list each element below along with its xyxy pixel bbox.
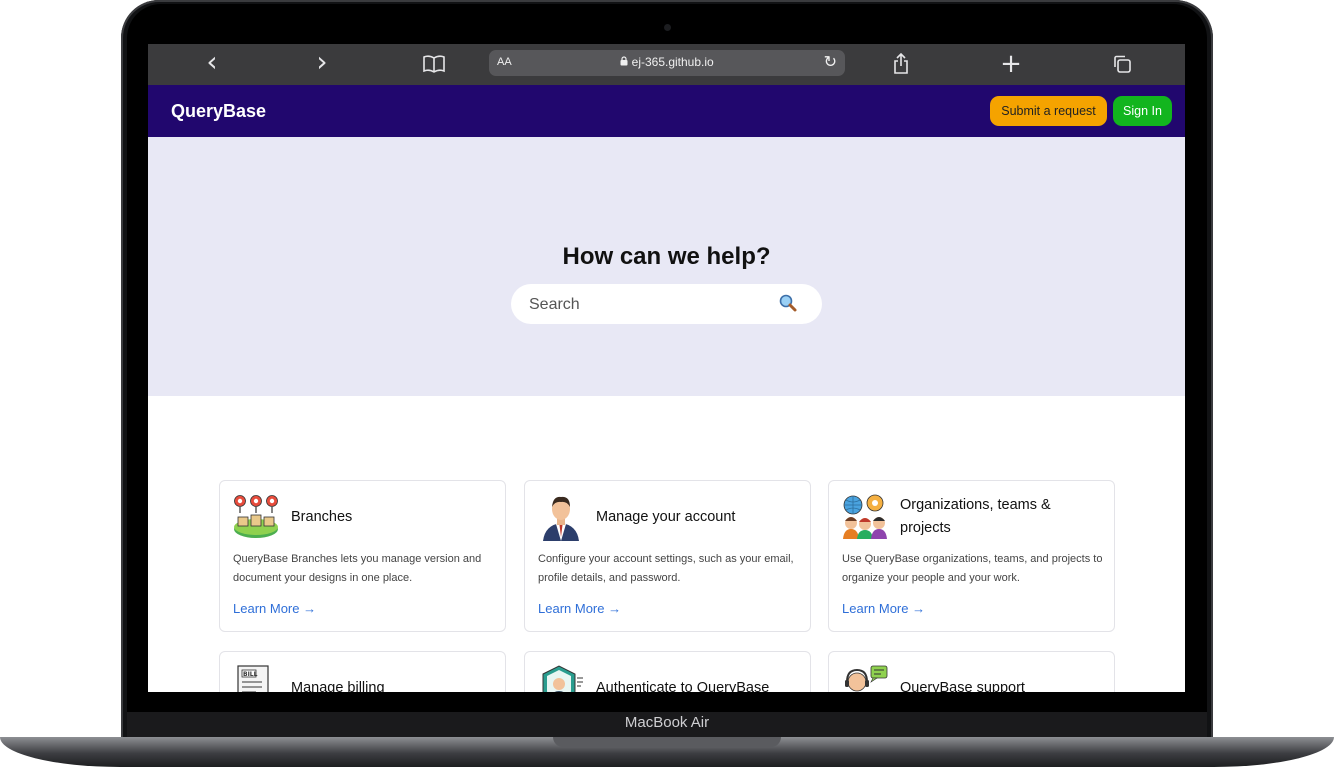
share-icon[interactable]: [886, 50, 916, 78]
card-title[interactable]: Manage billing: [291, 677, 385, 692]
bill-icon: BILL: [237, 665, 269, 692]
card-organizations[interactable]: Organizations, teams & projects Use Quer…: [828, 480, 1115, 632]
laptop-notch: [553, 737, 781, 747]
learn-more-link[interactable]: Learn More →: [233, 601, 316, 616]
search-input[interactable]: [527, 293, 771, 317]
forward-icon[interactable]: ›: [307, 48, 337, 78]
learn-more-link[interactable]: Learn More →: [842, 601, 925, 616]
site-logo[interactable]: QueryBase: [171, 101, 266, 122]
card-description: QueryBase Branches lets you manage versi…: [233, 553, 482, 584]
new-tab-icon[interactable]: +: [996, 50, 1026, 78]
sign-in-button[interactable]: Sign In: [1113, 96, 1172, 126]
reload-icon[interactable]: ↻: [824, 52, 837, 71]
camera: [664, 24, 671, 31]
tabs-icon[interactable]: [1107, 50, 1137, 78]
submit-request-button[interactable]: Submit a request: [990, 96, 1107, 126]
device-label: MacBook Air: [624, 714, 710, 731]
url-text-wrap: ej-365.github.io: [489, 55, 845, 69]
svg-text:BILL: BILL: [243, 671, 258, 678]
card-description: Use QueryBase organizations, teams, and …: [842, 553, 1103, 584]
screen: ‹ › AA ej-365.github.io ↻ + QueryBase Su…: [148, 44, 1185, 692]
hero-title: How can we help?: [562, 243, 771, 270]
card-manage-billing[interactable]: BILL Manage billing: [219, 651, 506, 692]
businessman-icon: [543, 496, 579, 541]
card-title[interactable]: Organizations, teams & projects: [900, 494, 1100, 540]
bookmarks-icon[interactable]: [419, 50, 449, 78]
url-text: ej-365.github.io: [631, 55, 714, 69]
lock-icon: [620, 56, 628, 66]
learn-more-link[interactable]: Learn More →: [538, 601, 621, 616]
search-icon[interactable]: [778, 293, 798, 313]
search-box[interactable]: [511, 284, 822, 324]
card-description: Configure your account settings, such as…: [538, 553, 794, 584]
card-branches[interactable]: Branches QueryBase Branches lets you man…: [219, 480, 506, 632]
card-support[interactable]: QueryBase support: [828, 651, 1115, 692]
site-header: QueryBase Submit a request Sign In: [148, 85, 1185, 137]
card-title[interactable]: Branches: [291, 506, 352, 529]
map-pins-icon: [234, 495, 278, 538]
team-icon: [843, 494, 887, 539]
browser-toolbar: ‹ › AA ej-365.github.io ↻ +: [148, 44, 1185, 85]
card-title[interactable]: Authenticate to QueryBase: [596, 677, 769, 692]
hero-section: How can we help?: [148, 137, 1185, 396]
support-agent-icon: [845, 665, 888, 692]
card-title[interactable]: Manage your account: [596, 506, 735, 529]
card-authenticate[interactable]: Authenticate to QueryBase: [524, 651, 811, 692]
address-bar[interactable]: AA ej-365.github.io ↻: [489, 50, 845, 76]
card-title[interactable]: QueryBase support: [900, 677, 1025, 692]
card-manage-account[interactable]: Manage your account Configure your accou…: [524, 480, 811, 632]
back-icon[interactable]: ‹: [197, 48, 227, 78]
shield-user-icon: [542, 665, 583, 692]
